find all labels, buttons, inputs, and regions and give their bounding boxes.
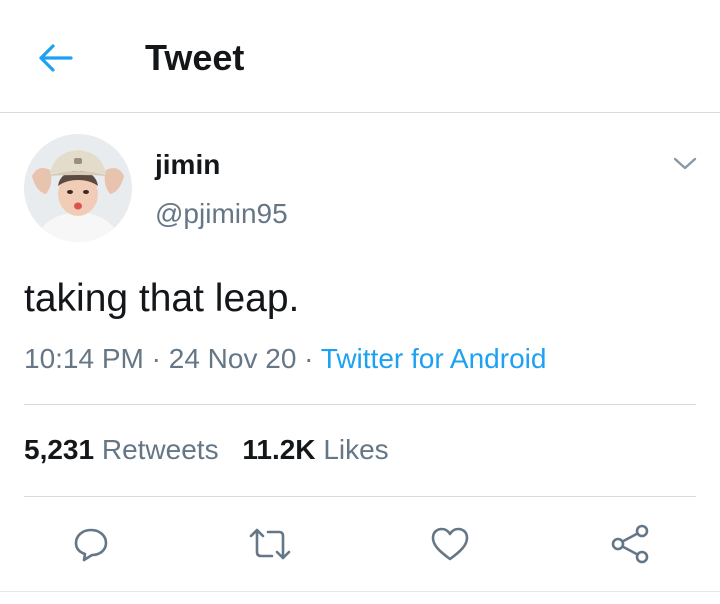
tweet-time: 10:14 PM: [24, 343, 144, 374]
divider: [24, 404, 696, 405]
tweet-menu-button[interactable]: [668, 150, 702, 178]
share-button[interactable]: [605, 519, 655, 569]
share-icon: [611, 524, 649, 564]
arrow-left-icon: [39, 44, 73, 72]
likes-label: Likes: [323, 434, 389, 465]
like-button[interactable]: [425, 519, 475, 569]
avatar-photo: [24, 134, 132, 242]
meta-separator: ·: [143, 343, 169, 374]
meta-separator: ·: [296, 343, 321, 374]
top-bar: Tweet: [0, 0, 720, 113]
chevron-down-icon: [673, 157, 697, 170]
likes-count: 11.2K: [242, 434, 316, 465]
author-display-name[interactable]: jimin: [155, 148, 220, 182]
tweet-date: 24 Nov 20: [168, 343, 297, 374]
reply-icon: [74, 528, 108, 562]
tweet-metadata: 10:14 PM · 24 Nov 20 · Twitter for Andro…: [24, 341, 546, 377]
avatar[interactable]: [24, 134, 132, 242]
retweet-button[interactable]: [245, 519, 295, 569]
back-button[interactable]: [30, 36, 82, 80]
likes-stat[interactable]: 11.2K Likes: [242, 432, 388, 468]
retweets-label: Retweets: [101, 434, 219, 465]
heart-icon: [431, 527, 469, 561]
tweet-text: taking that leap.: [24, 277, 300, 320]
retweet-icon: [249, 528, 291, 560]
page-title: Tweet: [145, 37, 245, 78]
author-handle[interactable]: @pjimin95: [155, 197, 288, 231]
action-bar: [0, 497, 720, 592]
tweet-stats: 5,231 Retweets 11.2K Likes: [24, 432, 389, 468]
bottom-divider: [0, 591, 720, 604]
retweets-stat[interactable]: 5,231 Retweets: [24, 432, 219, 468]
reply-button[interactable]: [66, 519, 116, 569]
tweet-source-link[interactable]: Twitter for Android: [321, 343, 547, 374]
retweets-count: 5,231: [24, 434, 95, 465]
